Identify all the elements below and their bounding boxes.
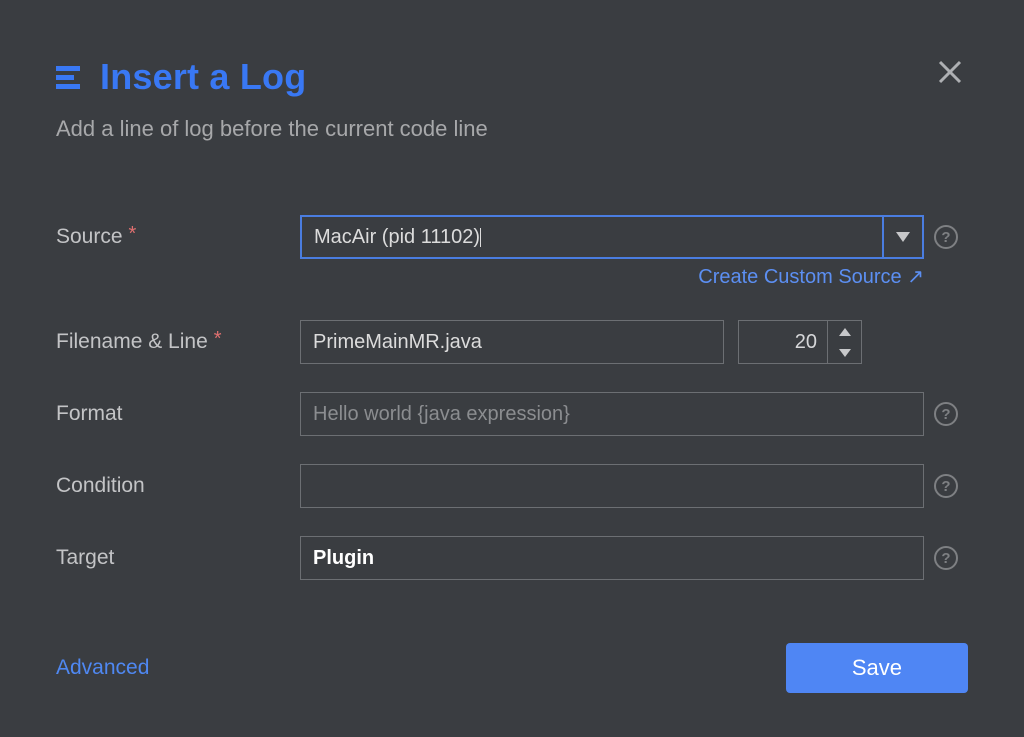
dialog-header: Insert a Log bbox=[56, 56, 968, 98]
form: Source * MacAir (pid 11102) ? bbox=[56, 214, 968, 581]
label-condition: Condition bbox=[56, 474, 300, 498]
line-number-stepper[interactable]: 20 bbox=[738, 320, 862, 364]
line-number-value: 20 bbox=[739, 331, 827, 354]
source-value: MacAir (pid 11102) bbox=[314, 226, 480, 249]
help-icon-format[interactable]: ? bbox=[934, 402, 958, 426]
help-icon-target[interactable]: ? bbox=[934, 546, 958, 570]
line-decrement-button[interactable] bbox=[828, 342, 861, 363]
dialog-title: Insert a Log bbox=[100, 56, 306, 98]
dialog-subtitle: Add a line of log before the current cod… bbox=[56, 116, 968, 142]
required-indicator: * bbox=[129, 224, 137, 244]
row-format: Format ? bbox=[56, 391, 968, 437]
label-format-text: Format bbox=[56, 402, 123, 426]
chevron-down-icon bbox=[839, 349, 851, 357]
row-filename-line: Filename & Line * 20 bbox=[56, 319, 968, 365]
label-target: Target bbox=[56, 546, 300, 570]
target-value: Plugin bbox=[313, 547, 374, 570]
close-button[interactable] bbox=[932, 56, 968, 92]
menu-icon bbox=[56, 63, 86, 91]
row-condition: Condition ? bbox=[56, 463, 968, 509]
row-source: Source * MacAir (pid 11102) ? bbox=[56, 214, 968, 260]
line-increment-button[interactable] bbox=[828, 321, 861, 342]
required-indicator: * bbox=[214, 329, 222, 349]
label-format: Format bbox=[56, 402, 300, 426]
close-icon bbox=[937, 59, 963, 90]
target-select[interactable]: Plugin bbox=[300, 536, 924, 580]
source-combobox[interactable]: MacAir (pid 11102) bbox=[300, 215, 924, 259]
dialog-footer: Advanced Save bbox=[56, 643, 968, 693]
chevron-up-icon bbox=[839, 328, 851, 336]
condition-input[interactable] bbox=[300, 464, 924, 508]
label-filename-line: Filename & Line * bbox=[56, 330, 300, 354]
label-filename-line-text: Filename & Line bbox=[56, 330, 208, 354]
label-source-text: Source bbox=[56, 225, 123, 249]
chevron-down-icon bbox=[896, 232, 910, 242]
help-icon-condition[interactable]: ? bbox=[934, 474, 958, 498]
format-input[interactable] bbox=[300, 392, 924, 436]
label-source: Source * bbox=[56, 225, 300, 249]
filename-input[interactable] bbox=[300, 320, 724, 364]
advanced-link[interactable]: Advanced bbox=[56, 656, 149, 680]
label-target-text: Target bbox=[56, 546, 114, 570]
save-button[interactable]: Save bbox=[786, 643, 968, 693]
source-dropdown-toggle[interactable] bbox=[882, 217, 922, 257]
row-target: Target Plugin ? bbox=[56, 535, 968, 581]
label-condition-text: Condition bbox=[56, 474, 145, 498]
insert-log-dialog: Insert a Log Add a line of log before th… bbox=[0, 0, 1024, 737]
help-icon-source[interactable]: ? bbox=[934, 225, 958, 249]
create-custom-source-link[interactable]: Create Custom Source ↗ bbox=[698, 264, 924, 289]
